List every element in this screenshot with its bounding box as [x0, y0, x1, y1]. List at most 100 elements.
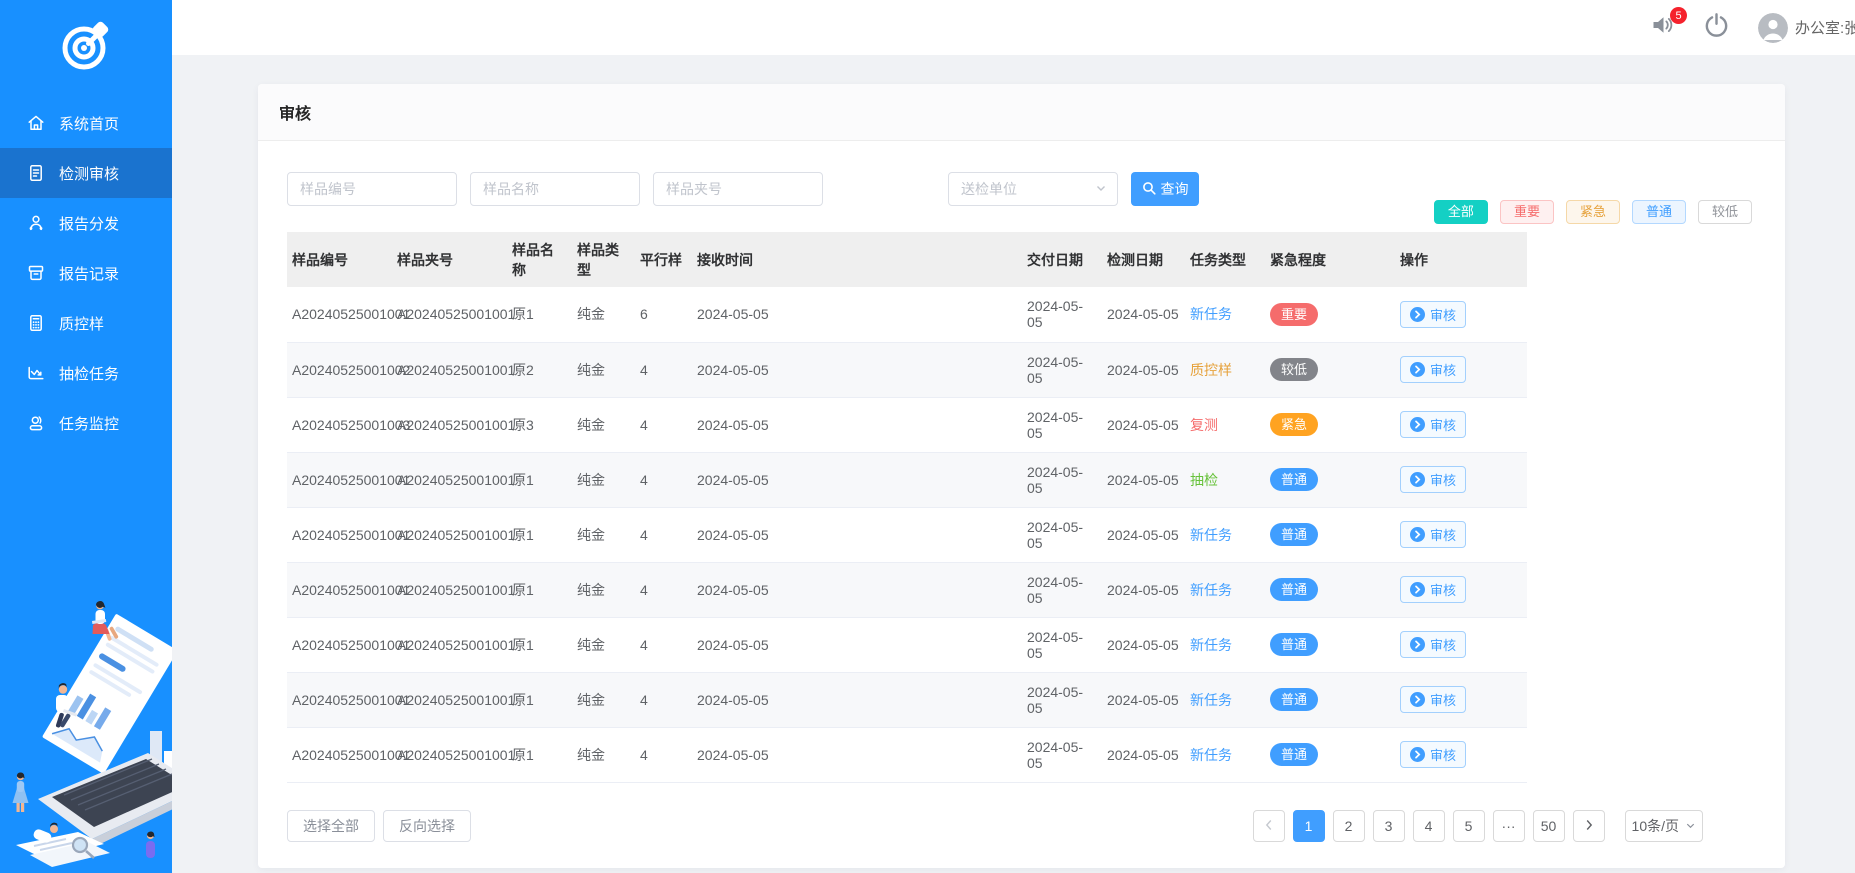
folder-no-input[interactable] [653, 172, 823, 206]
pager-page-5[interactable]: 5 [1453, 810, 1485, 842]
cell-urgency: 普通 [1265, 562, 1395, 617]
table-row[interactable]: A20240525001001A20240525001001原1纯金42024-… [287, 672, 1527, 727]
cell-test-date: 2024-05-05 [1102, 287, 1185, 342]
cell-received-date: 2024-05-05 [692, 452, 1022, 507]
main-content: 审核 送检单位 查询 全部重要紧急普通 [172, 55, 1855, 873]
notification-count-badge: 5 [1670, 7, 1687, 24]
user-menu[interactable]: 办公室:张 [1758, 13, 1855, 43]
table-row[interactable]: A20240525001001A20240525001001原1纯金42024-… [287, 562, 1527, 617]
sidebar-item-sampling-tasks[interactable]: 抽检任务 [0, 348, 172, 398]
review-button[interactable]: 审核 [1400, 356, 1466, 383]
urgency-filter-low[interactable]: 较低 [1698, 200, 1752, 224]
cell-test-date: 2024-05-05 [1102, 342, 1185, 397]
sidebar-item-qc-sample[interactable]: 质控样 [0, 298, 172, 348]
invert-select-button[interactable]: 反向选择 [383, 810, 471, 842]
cell-sample-no: A20240525001002 [287, 342, 392, 397]
pager-page-2[interactable]: 2 [1333, 810, 1365, 842]
sidebar-item-label: 报告记录 [59, 263, 119, 284]
cell-parallel: 4 [635, 507, 692, 562]
sample-no-input[interactable] [287, 172, 457, 206]
review-button[interactable]: 审核 [1400, 631, 1466, 658]
sample-name-input[interactable] [470, 172, 640, 206]
logout-button[interactable] [1702, 11, 1731, 45]
chevron-down-icon [1685, 818, 1696, 834]
column-header: 样品编号 [287, 232, 392, 287]
search-button[interactable]: 查询 [1131, 172, 1199, 206]
sidebar-item-task-monitor[interactable]: 任务监控 [0, 398, 172, 448]
urgency-badge: 普通 [1270, 688, 1318, 711]
task-type-label: 新任务 [1190, 747, 1232, 763]
cell-actions: 审核 [1395, 342, 1527, 397]
page-size-label: 10条/页 [1632, 816, 1679, 836]
search-button-label: 查询 [1161, 179, 1189, 199]
sidebar-item-audit-review[interactable]: 检测审核 [0, 148, 172, 198]
sidebar-item-report-records[interactable]: 报告记录 [0, 248, 172, 298]
cell-sample-no: A20240525001003 [287, 397, 392, 452]
unit-select-placeholder: 送检单位 [961, 179, 1017, 199]
review-button[interactable]: 审核 [1400, 411, 1466, 438]
cell-task-type: 新任务 [1185, 507, 1265, 562]
cell-sample-name: 原1 [507, 617, 572, 672]
review-button[interactable]: 审核 [1400, 301, 1466, 328]
page-size-select[interactable]: 10条/页 [1625, 810, 1703, 842]
cell-actions: 审核 [1395, 562, 1527, 617]
sidebar-item-home[interactable]: 系统首页 [0, 98, 172, 148]
urgency-filter-all[interactable]: 全部 [1434, 200, 1488, 224]
task-type-label: 新任务 [1190, 692, 1232, 708]
cell-received-date: 2024-05-05 [692, 727, 1022, 782]
pager-next[interactable] [1573, 810, 1605, 842]
sidebar-item-report-dispatch[interactable]: 报告分发 [0, 198, 172, 248]
app-logo[interactable] [0, 0, 172, 96]
review-button[interactable]: 审核 [1400, 576, 1466, 603]
pager-page-4[interactable]: 4 [1413, 810, 1445, 842]
cell-sample-no: A20240525001001 [287, 452, 392, 507]
table-row[interactable]: A20240525001001A20240525001001原1纯金42024-… [287, 452, 1527, 507]
urgency-filter-normal[interactable]: 普通 [1632, 200, 1686, 224]
table-row[interactable]: A20240525001001A20240525001001原1纯金42024-… [287, 727, 1527, 782]
task-type-label: 新任务 [1190, 306, 1232, 322]
sidebar: 系统首页检测审核报告分发报告记录质控样抽检任务任务监控 [0, 0, 172, 873]
power-icon [1702, 11, 1731, 45]
notifications-button[interactable]: 5 [1650, 14, 1675, 41]
cell-urgency: 重要 [1265, 287, 1395, 342]
sidebar-item-label: 质控样 [59, 313, 104, 334]
cell-urgency: 普通 [1265, 452, 1395, 507]
review-button[interactable]: 审核 [1400, 686, 1466, 713]
cell-folder-no: A20240525001001 [392, 397, 507, 452]
table-row[interactable]: A20240525001001A20240525001001原1纯金42024-… [287, 617, 1527, 672]
urgency-filter-urgent[interactable]: 紧急 [1566, 200, 1620, 224]
cell-task-type: 新任务 [1185, 287, 1265, 342]
review-button[interactable]: 审核 [1400, 466, 1466, 493]
pager-page-3[interactable]: 3 [1373, 810, 1405, 842]
archive-icon [26, 263, 46, 283]
review-button[interactable]: 审核 [1400, 741, 1466, 768]
cell-task-type: 新任务 [1185, 617, 1265, 672]
cell-folder-no: A20240525001001 [392, 452, 507, 507]
column-header: 样品名称 [507, 232, 572, 287]
review-button[interactable]: 审核 [1400, 521, 1466, 548]
cell-test-date: 2024-05-05 [1102, 672, 1185, 727]
pager-more[interactable]: ··· [1493, 810, 1525, 842]
cell-parallel: 4 [635, 672, 692, 727]
cell-received-date: 2024-05-05 [692, 672, 1022, 727]
cell-received-date: 2024-05-05 [692, 562, 1022, 617]
cell-parallel: 4 [635, 342, 692, 397]
table-row[interactable]: A20240525001001A20240525001001原1纯金62024-… [287, 287, 1527, 342]
cell-delivery-date: 2024-05-05 [1022, 397, 1102, 452]
card-header: 审核 [258, 84, 1785, 141]
urgency-badge: 较低 [1270, 358, 1318, 381]
cell-actions: 审核 [1395, 617, 1527, 672]
pager-prev[interactable] [1253, 810, 1285, 842]
table-row[interactable]: A20240525001002A20240525001001原2纯金42024-… [287, 342, 1527, 397]
page-title: 审核 [279, 100, 311, 124]
pager-page-1[interactable]: 1 [1293, 810, 1325, 842]
cell-sample-no: A20240525001001 [287, 287, 392, 342]
urgency-filter-important[interactable]: 重要 [1500, 200, 1554, 224]
select-all-button[interactable]: 选择全部 [287, 810, 375, 842]
table-row[interactable]: A20240525001003A20240525001001原3纯金42024-… [287, 397, 1527, 452]
pager-page-50[interactable]: 50 [1533, 810, 1565, 842]
cell-sample-name: 原1 [507, 727, 572, 782]
table-row[interactable]: A20240525001001A20240525001001原1纯金42024-… [287, 507, 1527, 562]
unit-select[interactable]: 送检单位 [948, 172, 1118, 206]
cell-sample-no: A20240525001001 [287, 562, 392, 617]
